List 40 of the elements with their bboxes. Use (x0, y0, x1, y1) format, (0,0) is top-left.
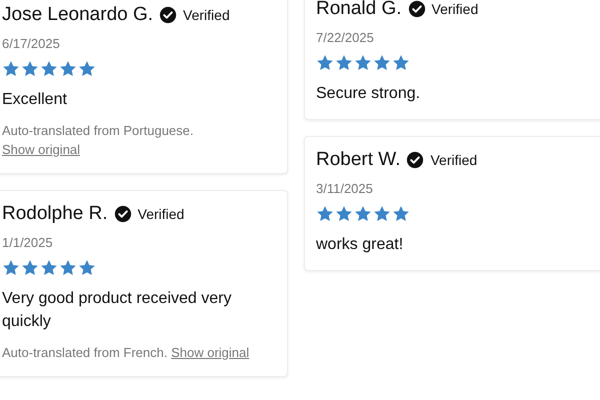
star-icon (40, 60, 58, 78)
star-icon (335, 205, 353, 223)
reviewer-name: Ronald G. (316, 0, 402, 20)
review-date: 1/1/2025 (2, 235, 54, 250)
verified-label: Verified (138, 206, 184, 222)
star-icon (316, 54, 334, 72)
star-icon (354, 54, 372, 72)
star-icon (335, 54, 353, 72)
review-text: Excellent (2, 90, 68, 110)
reviewer-name: Jose Leonardo G. (2, 4, 154, 26)
translation-note: Auto-translated from Portuguese. (2, 123, 194, 138)
review-date: 6/17/2025 (2, 36, 61, 51)
star-icon (21, 60, 39, 78)
show-original-link[interactable]: Show original (171, 345, 250, 360)
review-date: 3/11/2025 (316, 181, 374, 196)
star-icon (40, 259, 58, 277)
reviewer-name: Robert W. (316, 149, 400, 171)
star-icon (392, 54, 410, 72)
star-icon (373, 205, 391, 223)
star-icon (316, 205, 334, 223)
show-original-link[interactable]: Show original (2, 142, 80, 157)
star-icon (392, 205, 410, 223)
review-text: Very good product received very quickly (2, 289, 232, 332)
star-icon (59, 60, 77, 78)
star-icon (59, 259, 77, 277)
verified-label: Verified (430, 152, 478, 168)
star-icon (78, 259, 96, 277)
star-icon (373, 54, 391, 72)
review-text: works great! (316, 235, 404, 255)
verified-label: Verified (432, 1, 478, 17)
review-date: 7/22/2025 (316, 30, 375, 45)
translation-note: Auto-translated from French. (2, 345, 168, 360)
reviewer-name: Rodolphe R. (2, 203, 108, 225)
star-icon (21, 259, 39, 277)
star-icon (2, 259, 20, 277)
verified-label: Verified (183, 7, 230, 23)
review-text: Secure strong. (316, 84, 422, 104)
star-icon (354, 205, 372, 223)
star-icon (2, 60, 20, 78)
star-icon (78, 60, 96, 78)
